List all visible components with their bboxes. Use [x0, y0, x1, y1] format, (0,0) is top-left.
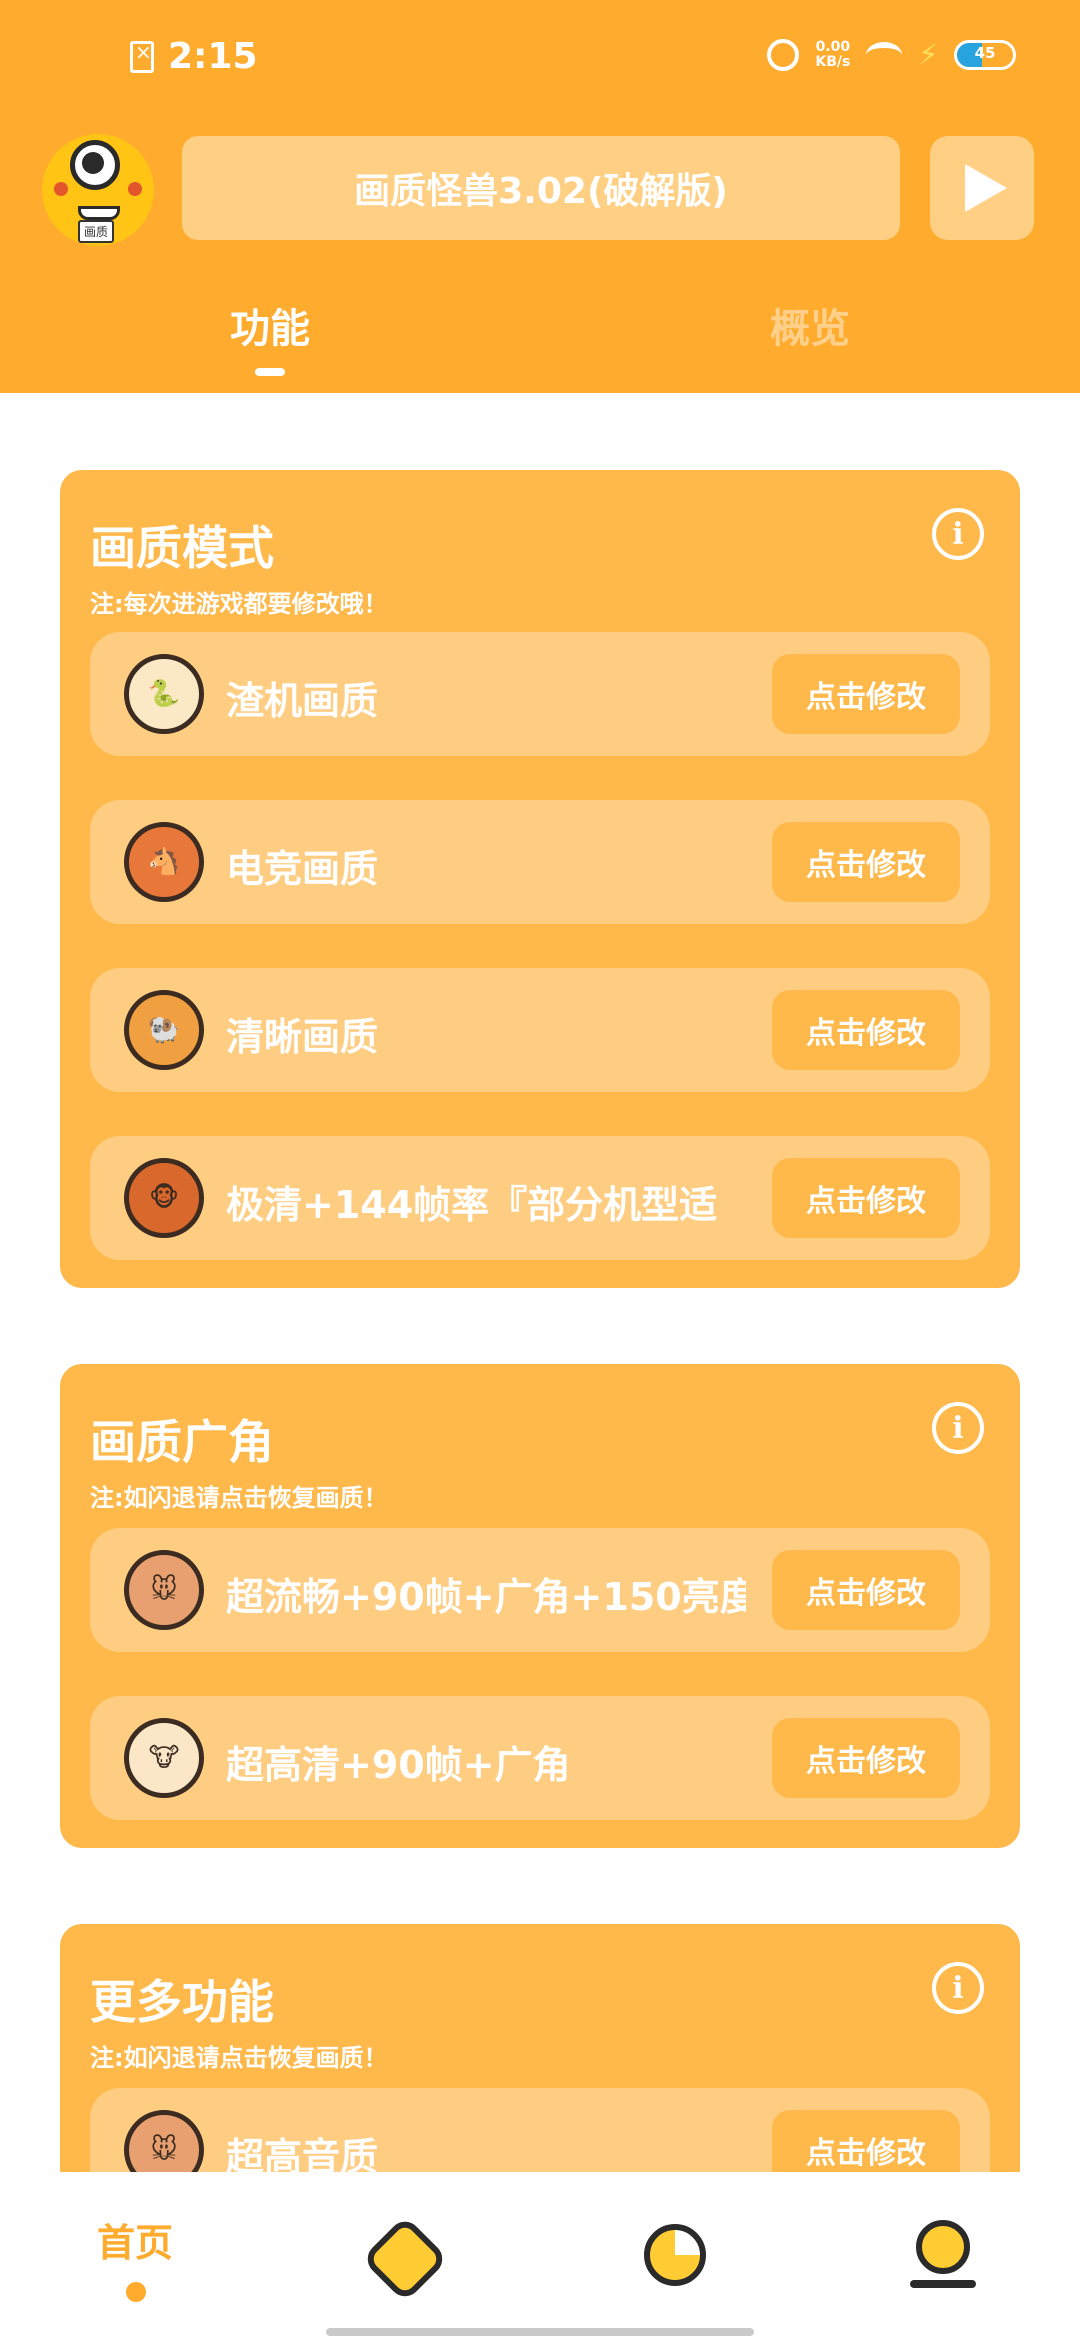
card-note: 注:每次进游戏都要修改哦！	[90, 590, 388, 618]
nav-home[interactable]: 首页	[60, 2212, 210, 2267]
alarm-icon	[767, 38, 800, 71]
row-label: 极清+144帧率『部分机型适	[226, 1183, 718, 1227]
logo-mouth	[78, 206, 120, 220]
card-note: 注:如闪退请点击恢复画质！	[90, 1484, 388, 1512]
info-icon[interactable]: i	[932, 1402, 984, 1454]
list-item: 🐍 渣机画质 点击修改	[90, 632, 990, 756]
status-time: 2:15	[168, 36, 258, 77]
user-icon[interactable]	[916, 2220, 970, 2274]
battery-icon: 45	[954, 39, 1016, 70]
modify-button[interactable]: 点击修改	[772, 1718, 960, 1798]
list-item: 🐭 超流畅+90帧+广角+150亮度 点击修改	[90, 1528, 990, 1652]
row-label: 超高清+90帧+广角	[226, 1743, 571, 1787]
snake-icon: 🐍	[124, 654, 204, 734]
app-title: 画质怪兽3.02(破解版)	[182, 136, 900, 240]
network-speed-value: 0.00	[815, 38, 851, 55]
modify-button[interactable]: 点击修改	[772, 1550, 960, 1630]
row-label: 渣机画质	[226, 679, 379, 723]
bottom-nav: 首页	[0, 2172, 1080, 2340]
logo-tag: 画质	[78, 220, 115, 243]
card-title: 画质广角	[90, 1415, 274, 1469]
nav-active-dot	[126, 2282, 146, 2302]
modify-button[interactable]: 点击修改	[772, 654, 960, 734]
modify-button[interactable]: 点击修改	[772, 1158, 960, 1238]
status-bar: 2:15 0.00 KB/s ⚡ 45	[0, 0, 1080, 120]
logo-pupil	[82, 152, 104, 174]
list-item: 🐮 超高清+90帧+广角 点击修改	[90, 1696, 990, 1820]
card-title: 更多功能	[90, 1975, 274, 2029]
active-tab-indicator	[255, 368, 285, 376]
app-header: 2:15 0.00 KB/s ⚡ 45 画质 画质怪兽3.02(破解版) 功能 …	[0, 0, 1080, 393]
logo-cheek-left	[54, 182, 68, 196]
info-icon[interactable]: i	[932, 508, 984, 560]
battery-level: 45	[974, 43, 996, 62]
status-left: 2:15	[130, 36, 258, 77]
info-icon[interactable]: i	[932, 1962, 984, 2014]
user-icon-base	[910, 2280, 976, 2288]
monkey-icon: 🐵	[124, 1158, 204, 1238]
play-button[interactable]	[930, 136, 1034, 240]
list-item: 🐴 电竞画质 点击修改	[90, 800, 990, 924]
no-sim-icon	[130, 40, 154, 73]
list-item: 🐵 极清+144帧率『部分机型适 点击修改	[90, 1136, 990, 1260]
row-label: 超流畅+90帧+广角+150亮度	[226, 1575, 746, 1619]
list-item: 🐏 清晰画质 点击修改	[90, 968, 990, 1092]
status-right: 0.00 KB/s ⚡ 45	[767, 38, 1016, 71]
network-speed-unit: KB/s	[815, 53, 851, 70]
horse-icon: 🐴	[124, 822, 204, 902]
card-wide-angle: 画质广角 注:如闪退请点击恢复画质！ i 🐭 超流畅+90帧+广角+150亮度 …	[60, 1364, 1020, 1848]
modify-button[interactable]: 点击修改	[772, 822, 960, 902]
card-note: 注:如闪退请点击恢复画质！	[90, 2044, 388, 2072]
pie-chart-icon[interactable]	[644, 2224, 706, 2286]
goat-icon: 🐏	[124, 990, 204, 1070]
tab-function[interactable]: 功能	[230, 296, 310, 354]
verified-badge-icon[interactable]	[361, 2215, 449, 2303]
charging-icon: ⚡	[918, 38, 938, 71]
row-label: 清晰画质	[226, 1015, 379, 1059]
modify-button[interactable]: 点击修改	[772, 990, 960, 1070]
mouse-icon: 🐭	[124, 1550, 204, 1630]
network-speed: 0.00 KB/s	[815, 38, 851, 70]
wifi-icon	[866, 41, 903, 68]
logo-cheek-right	[128, 182, 142, 196]
row-label: 电竞画质	[226, 847, 379, 891]
app-logo-avatar[interactable]: 画质	[42, 134, 154, 246]
nav-home-label: 首页	[96, 2221, 173, 2265]
play-icon	[965, 164, 1007, 212]
tab-overview[interactable]: 概览	[770, 296, 850, 354]
home-indicator[interactable]	[326, 2328, 754, 2336]
card-quality-mode: 画质模式 注:每次进游戏都要修改哦！ i 🐍 渣机画质 点击修改 🐴 电竞画质 …	[60, 470, 1020, 1288]
cow-icon: 🐮	[124, 1718, 204, 1798]
card-title: 画质模式	[90, 521, 274, 575]
